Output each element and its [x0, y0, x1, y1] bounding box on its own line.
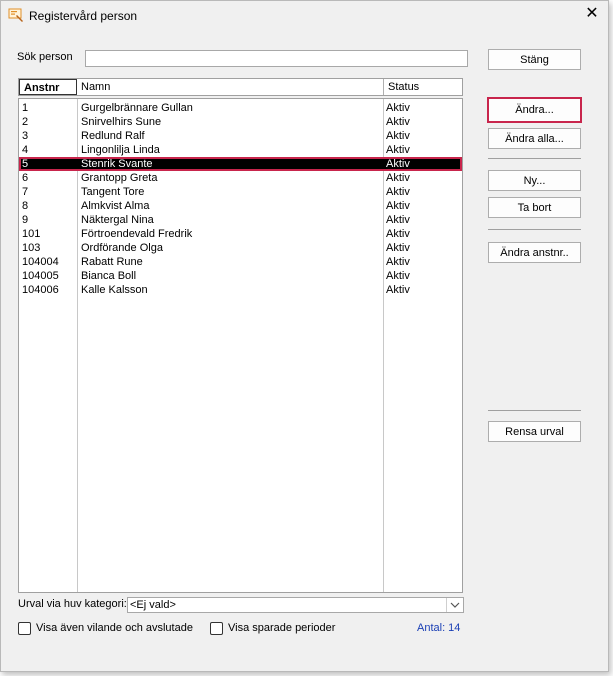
cell-anstnr: 104005 [22, 270, 59, 282]
new-button[interactable]: Ny... [488, 170, 581, 191]
table-row[interactable]: 104005 Bianca Boll Aktiv [19, 269, 462, 283]
table-row[interactable]: 6 Grantopp Greta Aktiv [19, 171, 462, 185]
cell-status: Aktiv [386, 130, 410, 142]
close-icon[interactable]: ✕ [584, 5, 600, 23]
cell-namn: Lingonlilja Linda [81, 144, 160, 156]
table-row[interactable]: 7 Tangent Tore Aktiv [19, 185, 462, 199]
title-bar: Registervård person ✕ [1, 1, 608, 29]
cell-namn: Almkvist Alma [81, 200, 150, 212]
cell-anstnr: 104004 [22, 256, 59, 268]
show-inactive-label: Visa även vilande och avslutade [36, 622, 193, 634]
cell-namn: Stenrik Svante [81, 158, 153, 170]
cell-namn: Tangent Tore [81, 186, 145, 198]
cell-namn: Näktergal Nina [81, 214, 154, 226]
chevron-down-icon[interactable] [446, 598, 463, 612]
search-label: Sök person [17, 51, 73, 63]
cell-status: Aktiv [386, 172, 410, 184]
table-row[interactable]: 104006 Kalle Kalsson Aktiv [19, 283, 462, 297]
table-row[interactable]: 4 Lingonlilja Linda Aktiv [19, 143, 462, 157]
table-row[interactable]: 103 Ordförande Olga Aktiv [19, 241, 462, 255]
table-row[interactable]: 3 Redlund Ralf Aktiv [19, 129, 462, 143]
separator [488, 410, 581, 411]
cell-anstnr: 2 [22, 116, 29, 128]
cell-anstnr: 104006 [22, 284, 59, 296]
show-saved-periods-label: Visa sparade perioder [228, 622, 336, 634]
column-header-status[interactable]: Status [384, 79, 462, 95]
edit-all-button[interactable]: Ändra alla... [488, 128, 581, 149]
cell-status: Aktiv [386, 284, 410, 296]
search-input[interactable] [85, 50, 468, 67]
column-header-anstnr[interactable]: Anstnr [19, 79, 77, 95]
app-icon [8, 7, 24, 23]
cell-status: Aktiv [386, 256, 410, 268]
cell-namn: Snirvelhirs Sune [81, 116, 162, 128]
cell-status: Aktiv [386, 242, 410, 254]
table-row[interactable]: 9 Näktergal Nina Aktiv [19, 213, 462, 227]
show-inactive-checkbox[interactable] [18, 622, 31, 635]
cell-anstnr: 101 [22, 228, 41, 240]
table-row[interactable]: 104004 Rabatt Rune Aktiv [19, 255, 462, 269]
cell-anstnr: 6 [22, 172, 29, 184]
table-row[interactable]: 1 Gurgelbrännare Gullan Aktiv [19, 101, 462, 115]
column-header-namn[interactable]: Namn [77, 79, 384, 95]
cell-anstnr: 3 [22, 130, 29, 142]
table-row[interactable]: 101 Förtroendevald Fredrik Aktiv [19, 227, 462, 241]
count-label: Antal: 14 [417, 622, 461, 634]
list-header: Anstnr Namn Status [18, 78, 463, 96]
cell-anstnr: 7 [22, 186, 29, 198]
table-row[interactable]: 5 Stenrik Svante Aktiv [19, 157, 462, 171]
table-row[interactable]: 8 Almkvist Alma Aktiv [19, 199, 462, 213]
edit-button[interactable]: Ändra... [487, 97, 582, 123]
delete-button[interactable]: Ta bort [488, 197, 581, 218]
cell-anstnr: 4 [22, 144, 29, 156]
cell-status: Aktiv [386, 200, 410, 212]
cell-anstnr: 8 [22, 200, 29, 212]
window-title: Registervård person [29, 9, 138, 23]
cell-namn: Bianca Boll [81, 270, 137, 282]
separator [488, 158, 581, 159]
filter-label: Urval via huv kategori: [18, 598, 127, 610]
cell-status: Aktiv [386, 102, 410, 114]
edit-empno-button[interactable]: Ändra anstnr.. [488, 242, 581, 263]
cell-namn: Kalle Kalsson [81, 284, 148, 296]
cell-status: Aktiv [386, 158, 410, 170]
cell-status: Aktiv [386, 186, 410, 198]
cell-namn: Redlund Ralf [81, 130, 145, 142]
cell-status: Aktiv [386, 144, 410, 156]
cell-anstnr: 1 [22, 102, 29, 114]
cell-namn: Rabatt Rune [81, 256, 143, 268]
cell-status: Aktiv [386, 116, 410, 128]
show-saved-periods-checkbox[interactable] [210, 622, 223, 635]
category-filter-select[interactable]: <Ej vald> [127, 597, 464, 613]
cell-status: Aktiv [386, 228, 410, 240]
separator [488, 229, 581, 230]
cell-namn: Gurgelbrännare Gullan [81, 102, 193, 114]
cell-status: Aktiv [386, 270, 410, 282]
cell-status: Aktiv [386, 214, 410, 226]
cell-anstnr: 9 [22, 214, 29, 226]
cell-namn: Ordförande Olga [81, 242, 163, 254]
dialog-window: Registervård person ✕ Sök person Anstnr … [0, 0, 609, 672]
cell-anstnr: 103 [22, 242, 41, 254]
clear-selection-button[interactable]: Rensa urval [488, 421, 581, 442]
person-list[interactable]: 1 Gurgelbrännare Gullan Aktiv 2 Snirvelhirs … [18, 98, 463, 593]
cell-namn: Grantopp Greta [81, 172, 158, 184]
cell-anstnr: 5 [22, 158, 29, 170]
close-button[interactable]: Stäng [488, 49, 581, 70]
table-row[interactable]: 2 Snirvelhirs Sune Aktiv [19, 115, 462, 129]
cell-namn: Förtroendevald Fredrik [81, 228, 193, 240]
category-filter-value: <Ej vald> [130, 599, 176, 611]
